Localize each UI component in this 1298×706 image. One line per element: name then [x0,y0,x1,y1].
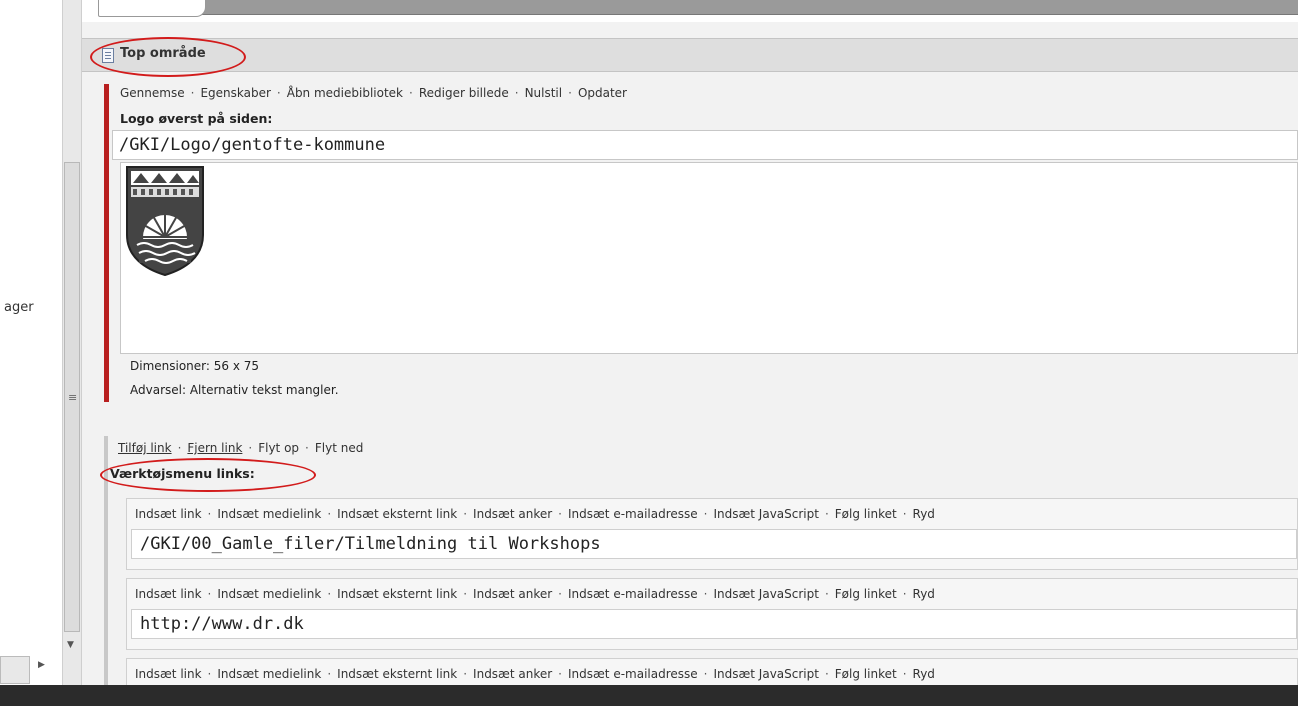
insert-link-button[interactable]: Indsæt link [135,587,202,601]
insert-link-button[interactable]: Indsæt link [135,507,202,521]
link-item: Indsæt link · Indsæt medielink · Indsæt ekst… [126,658,1298,685]
left-pane-label[interactable]: ager [4,300,34,315]
image-toolbar: Gennemse · Egenskaber · Åbn mediebibliotek · R… [120,86,627,100]
clear-button[interactable]: Ryd [913,587,935,601]
browse-button[interactable]: Gennemse [120,86,185,100]
tab-inactive[interactable] [200,0,1298,15]
insert-external-link-button[interactable]: Indsæt eksternt link [337,587,457,601]
move-up-button[interactable]: Flyt op [258,441,299,455]
add-link-button[interactable]: Tilføj link [118,441,172,455]
insert-anchor-button[interactable]: Indsæt anker [473,667,552,681]
gentofte-crest-icon [126,166,204,277]
move-down-button[interactable]: Flyt ned [315,441,363,455]
open-media-library-button[interactable]: Åbn mediebibliotek [287,86,403,100]
insert-email-button[interactable]: Indsæt e-mailadresse [568,587,698,601]
insert-javascript-button[interactable]: Indsæt JavaScript [713,507,818,521]
insert-email-button[interactable]: Indsæt e-mailadresse [568,667,698,681]
link-item-toolbar: Indsæt link · Indsæt medielink · Indsæt ekst… [135,667,935,681]
grip-icon: ≡ [68,391,78,404]
field-rule [104,84,109,402]
insert-media-link-button[interactable]: Indsæt medielink [217,587,321,601]
update-button[interactable]: Opdater [578,86,627,100]
insert-javascript-button[interactable]: Indsæt JavaScript [713,667,818,681]
section-header[interactable]: Top område [82,37,1298,77]
arrow-right-icon[interactable]: ▶ [38,660,45,670]
annotation-circle [100,458,316,492]
insert-link-button[interactable]: Indsæt link [135,667,202,681]
link-item-toolbar: Indsæt link · Indsæt medielink · Indsæt ekst… [135,587,935,601]
link-item-toolbar: Indsæt link · Indsæt medielink · Indsæt ekst… [135,507,935,521]
scroll-thumb[interactable]: ≡ [64,162,80,632]
left-pane [0,0,62,685]
properties-button[interactable]: Egenskaber [200,86,270,100]
insert-media-link-button[interactable]: Indsæt medielink [217,667,321,681]
remove-link-button[interactable]: Fjern link [187,441,242,455]
link-value-field[interactable]: http://www.dr.dk [131,609,1297,639]
image-preview[interactable] [120,162,1298,354]
annotation-circle [90,37,246,77]
insert-anchor-button[interactable]: Indsæt anker [473,587,552,601]
clear-button[interactable]: Ryd [913,507,935,521]
vertical-scrollbar[interactable]: ≡ ▼ [62,0,82,685]
insert-anchor-button[interactable]: Indsæt anker [473,507,552,521]
link-item: Indsæt link · Indsæt medielink · Indsæt ekst… [126,578,1298,650]
alt-text-warning: Advarsel: Alternativ tekst mangler. [130,383,339,397]
links-toolbar: Tilføj link · Fjern link · Flyt op · Flyt ned [118,441,364,455]
insert-email-button[interactable]: Indsæt e-mailadresse [568,507,698,521]
logo-field-label: Logo øverst på siden: [120,111,273,126]
link-item: Indsæt link · Indsæt medielink · Indsæt ekst… [126,498,1298,570]
tab-strip [82,0,1298,22]
arrow-down-icon[interactable]: ▼ [67,640,74,650]
clear-button[interactable]: Ryd [913,667,935,681]
image-path-field[interactable]: /GKI/Logo/gentofte-kommune [112,130,1298,160]
follow-link-button[interactable]: Følg linket [835,587,897,601]
editor-panel: Top område Gennemse · Egenskaber · Åbn medie… [82,0,1298,685]
taskbar [0,685,1298,706]
follow-link-button[interactable]: Følg linket [835,507,897,521]
horizontal-scrollbar[interactable] [0,656,30,684]
insert-external-link-button[interactable]: Indsæt eksternt link [337,507,457,521]
insert-external-link-button[interactable]: Indsæt eksternt link [337,667,457,681]
insert-javascript-button[interactable]: Indsæt JavaScript [713,587,818,601]
image-dimensions: Dimensioner: 56 x 75 [130,359,260,373]
link-value-field[interactable]: /GKI/00_Gamle_filer/Tilmeldning til Work… [131,529,1297,559]
insert-media-link-button[interactable]: Indsæt medielink [217,507,321,521]
follow-link-button[interactable]: Følg linket [835,667,897,681]
tab-active[interactable] [98,0,206,17]
edit-image-button[interactable]: Rediger billede [419,86,509,100]
reset-button[interactable]: Nulstil [525,86,563,100]
